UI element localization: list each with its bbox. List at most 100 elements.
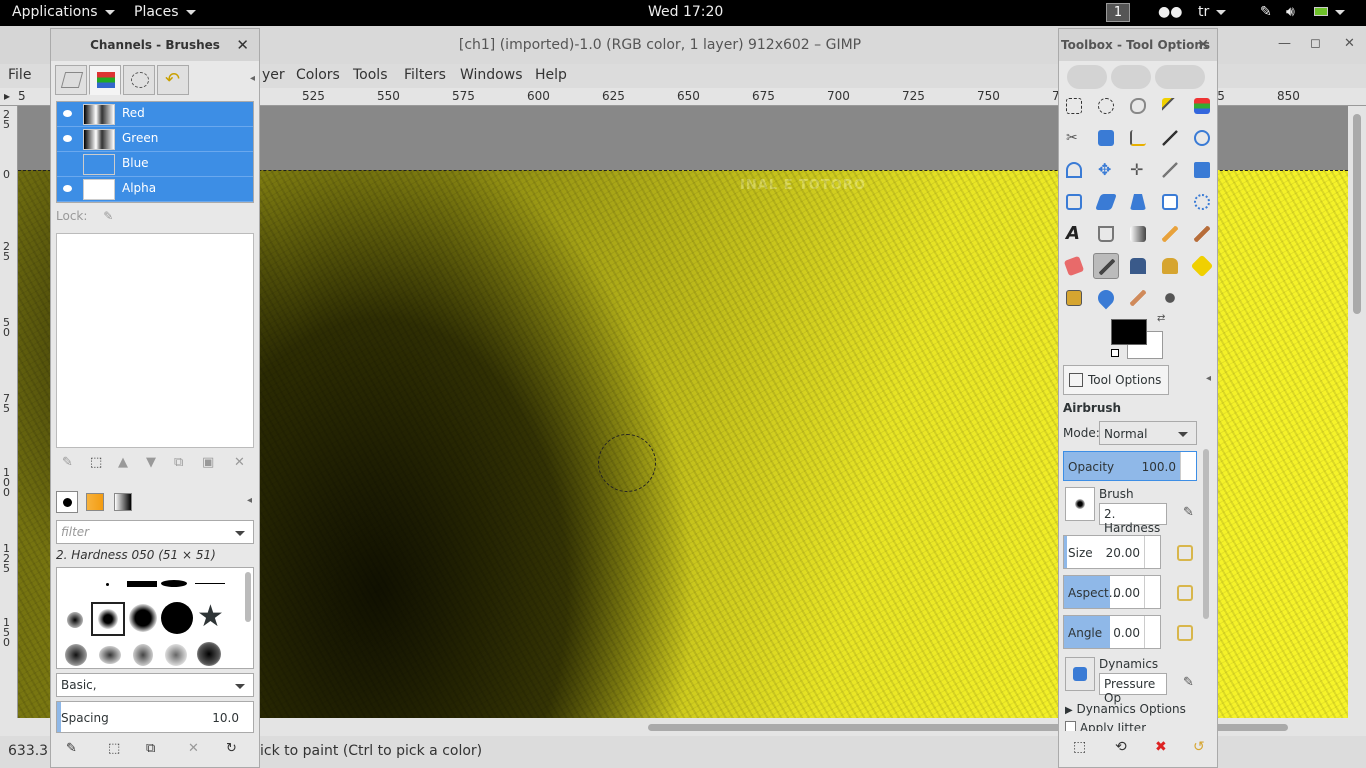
dock-menu-icon[interactable]: ◂ [1206,373,1211,384]
channel-row-green[interactable]: Green [57,127,253,152]
applications-menu[interactable]: Applications [12,4,115,20]
flip-tool[interactable] [1157,189,1183,215]
ellipse-select-tool[interactable] [1093,93,1119,119]
channel-row-blue[interactable]: Blue [57,152,253,177]
duplicate-channel-icon[interactable]: ⧉ [174,455,183,470]
tab-patterns[interactable] [86,493,104,511]
aspect-ratio-slider[interactable]: Aspect... 0.00 [1063,575,1161,609]
scroll-thumb[interactable] [1203,449,1209,619]
brush-thumb[interactable] [99,646,121,664]
ink-tool[interactable] [1125,253,1151,279]
dodge-burn-tool[interactable] [1157,285,1183,311]
mode-select[interactable]: Normal [1099,421,1197,445]
scroll-thumb[interactable] [1353,114,1361,314]
keyboard-layout[interactable]: tr [1198,4,1227,20]
reset-size-icon[interactable] [1177,545,1193,561]
airbrush-tool[interactable] [1093,253,1119,279]
delete-channel-icon[interactable]: ✕ [234,455,245,470]
rect-select-tool[interactable] [1061,93,1087,119]
restore-options-icon[interactable]: ⟲ [1115,739,1127,755]
crop-tool[interactable] [1157,157,1183,183]
save-options-icon[interactable]: ⬚ [1073,739,1086,755]
brush-grid[interactable]: ★ [56,567,254,669]
raise-channel-icon[interactable]: ▲ [118,455,128,470]
dock-titlebar[interactable]: Toolbox - Tool Options ✕ [1059,29,1217,61]
scroll-thumb[interactable] [245,572,251,622]
eraser-tool[interactable] [1061,253,1087,279]
tab-tool-options[interactable]: Tool Options [1063,365,1169,395]
menu-windows[interactable]: Windows [460,67,523,83]
places-menu[interactable]: Places [134,4,196,20]
fg-bg-colors[interactable]: ⇄ [1111,313,1171,365]
brush-thumb[interactable] [195,583,225,584]
tab-brushes[interactable] [56,491,78,513]
menu-filters[interactable]: Filters [404,67,446,83]
pen-tablet-icon[interactable]: ✎ [1260,4,1272,20]
blend-tool[interactable] [1125,221,1151,247]
ruler-menu-icon[interactable]: ▸ [4,89,10,103]
volume-icon[interactable]: 🔊︎ [1286,4,1295,20]
pencil-tool[interactable] [1157,221,1183,247]
brush-name-field[interactable]: 2. Hardness [1099,503,1167,535]
channel-to-selection-icon[interactable]: ▣ [202,455,214,470]
brush-thumb[interactable] [106,583,109,586]
measure-tool[interactable] [1061,157,1087,183]
wilber-drop-zone[interactable] [1067,65,1207,89]
brush-thumb[interactable] [161,602,193,634]
size-slider[interactable]: Size 20.00 [1063,535,1161,569]
battery-icon[interactable] [1314,4,1345,20]
dock-titlebar[interactable]: Channels - Brushes ✕ [51,29,259,61]
heal-tool[interactable] [1189,253,1215,279]
edit-channel-icon[interactable]: ✎ [62,455,73,470]
foreground-select-tool[interactable] [1093,125,1119,151]
paths-tool[interactable] [1125,125,1151,151]
tab-undo-history[interactable]: ↶ [157,65,189,95]
clock[interactable]: Wed 17:20 [648,4,723,20]
clone-tool[interactable] [1157,253,1183,279]
close-icon[interactable]: ✕ [236,29,249,61]
visibility-eye-icon[interactable] [63,185,72,192]
angle-spinner[interactable] [1144,616,1160,648]
smudge-tool[interactable] [1125,285,1151,311]
vertical-scrollbar[interactable] [1348,106,1366,718]
free-select-tool[interactable] [1125,93,1151,119]
chevron-down-icon[interactable] [235,684,245,689]
default-colors-icon[interactable] [1111,349,1119,357]
size-spinner[interactable] [1144,536,1160,568]
delete-brush-icon[interactable]: ✕ [188,741,199,756]
scissors-select-tool[interactable]: ✂ [1061,125,1087,151]
brush-thumb[interactable] [129,604,157,632]
visibility-eye-icon[interactable] [63,110,72,117]
cage-transform-tool[interactable] [1189,189,1215,215]
dynamics-options-expander[interactable]: ▶ Dynamics Options [1065,702,1186,716]
apply-jitter-checkbox[interactable] [1065,721,1076,731]
reset-options-icon[interactable]: ↺ [1193,739,1205,755]
maximize-button[interactable]: ◻ [1310,36,1321,51]
fuzzy-select-tool[interactable] [1157,93,1183,119]
new-brush-icon[interactable]: ⬚ [108,741,120,756]
brush-thumb[interactable] [65,644,87,666]
shear-tool[interactable] [1093,189,1119,215]
menu-colors[interactable]: Colors [296,67,340,83]
spacing-slider[interactable]: Spacing 10.0 [56,701,254,733]
brush-thumb[interactable] [67,612,83,628]
tab-layers[interactable] [55,65,87,95]
minimize-button[interactable]: — [1278,36,1291,51]
close-button[interactable]: ✕ [1344,36,1355,51]
select-by-color-tool[interactable] [1189,93,1215,119]
edit-dynamics-icon[interactable]: ✎ [1183,675,1194,690]
blur-sharpen-tool[interactable] [1093,285,1119,311]
paintbrush-tool[interactable] [1189,221,1215,247]
reset-angle-icon[interactable] [1177,625,1193,641]
dynamics-name-field[interactable]: Pressure Op [1099,673,1167,705]
color-picker-tool[interactable] [1157,125,1183,151]
zoom-tool[interactable] [1189,125,1215,151]
tab-channels[interactable] [89,65,121,95]
opacity-slider[interactable]: Opacity 100.0 [1063,451,1197,481]
chevron-down-icon[interactable] [235,531,245,536]
visibility-eye-icon[interactable] [63,135,72,142]
workspace-indicator[interactable]: 1 [1106,3,1130,22]
perspective-clone-tool[interactable] [1061,285,1087,311]
channel-row-alpha[interactable]: Alpha [57,177,253,202]
text-tool[interactable]: A [1061,221,1087,247]
